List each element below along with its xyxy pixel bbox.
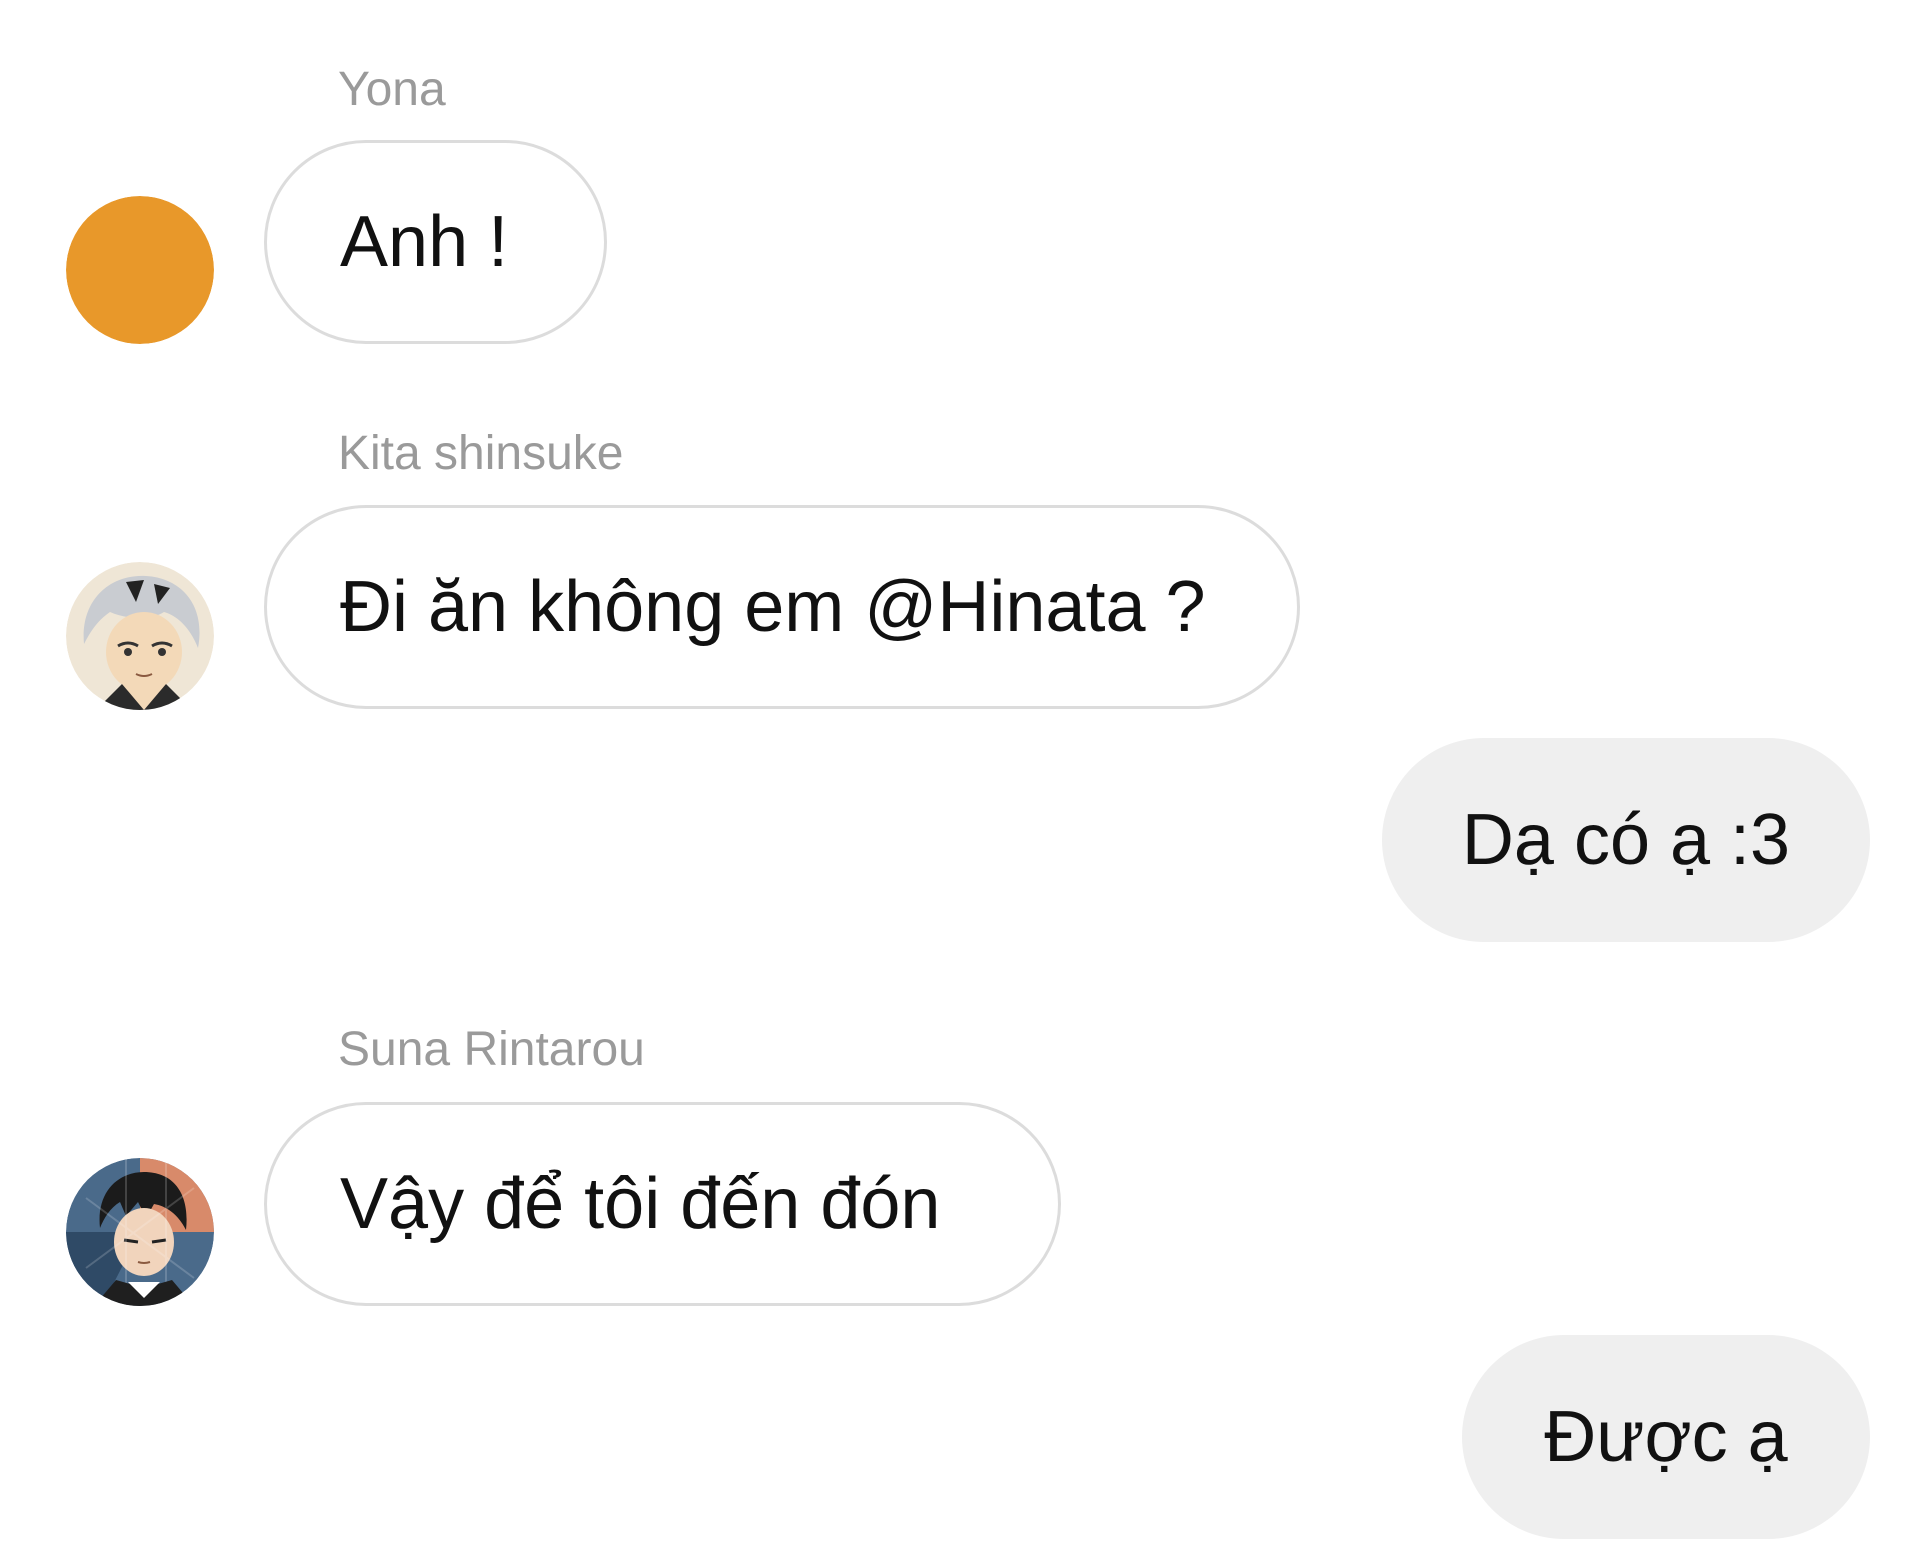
message-bubble-outgoing-1[interactable]: Dạ có ạ :3	[1382, 738, 1870, 942]
chat-thread[interactable]: Yona Anh ! Kita shinsuke Đi ăn không em …	[0, 0, 1920, 1555]
avatar-yona[interactable]	[66, 196, 214, 344]
orange-circle-avatar-icon	[66, 196, 214, 344]
message-text: Dạ có ạ :3	[1461, 800, 1791, 880]
message-bubble-suna[interactable]: Vậy để tôi đến đón	[264, 1102, 1061, 1306]
message-text: Đi ăn không em @Hinata ?	[340, 567, 1206, 647]
message-text: Vậy để tôi đến đón	[340, 1164, 941, 1244]
sender-name-yona: Yona	[338, 63, 446, 116]
message-text: Được ạ	[1544, 1397, 1788, 1477]
suna-avatar-icon	[66, 1158, 214, 1306]
sender-name-kita: Kita shinsuke	[338, 427, 624, 480]
sender-name-suna: Suna Rintarou	[338, 1023, 645, 1076]
message-text: Anh !	[340, 202, 509, 282]
message-bubble-outgoing-2[interactable]: Được ạ	[1462, 1335, 1870, 1539]
message-bubble-kita[interactable]: Đi ăn không em @Hinata ?	[264, 505, 1300, 709]
message-bubble-yona[interactable]: Anh !	[264, 140, 607, 344]
avatar-suna[interactable]	[66, 1158, 214, 1306]
avatar-kita[interactable]	[66, 562, 214, 710]
kita-avatar-icon	[66, 562, 214, 710]
